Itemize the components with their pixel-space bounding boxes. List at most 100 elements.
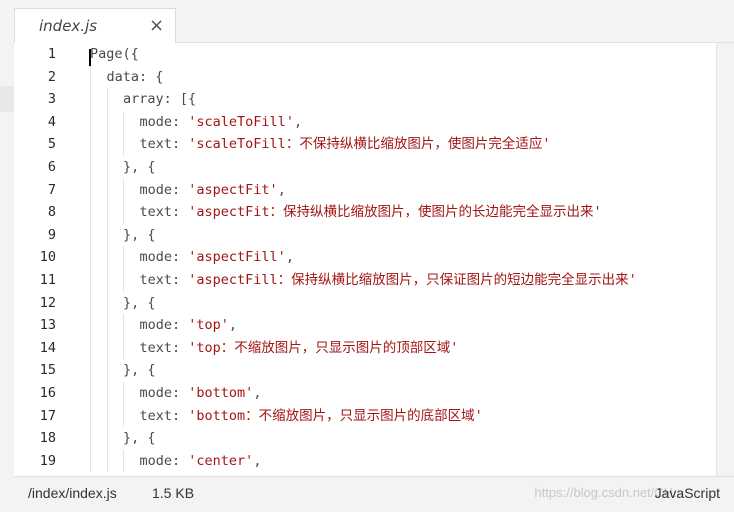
code-token: text:: [139, 204, 189, 221]
code-text: }, {: [123, 292, 156, 315]
code-text: text: 'aspectFit：保持纵横比缩放图片，使图片的长边能完全显示出来…: [140, 201, 602, 224]
code-line[interactable]: 9 }, {: [14, 223, 716, 247]
code-token: ,: [253, 385, 262, 401]
code-token: }, {: [123, 226, 156, 243]
indent-guide: [106, 246, 108, 269]
code-text: Page({: [90, 43, 139, 66]
code-token: ,: [253, 452, 262, 469]
code-text: mode: 'top',: [140, 314, 238, 337]
indent-guide: [90, 269, 91, 292]
status-bar: /index/index.js 1.5 KB https://blog.csdn…: [14, 476, 734, 512]
code-line[interactable]: 10 mode: 'aspectFill',: [14, 246, 716, 269]
code-line[interactable]: 16 mode: 'bottom',: [14, 382, 716, 405]
code-line[interactable]: 5 text: 'scaleToFill：不保持纵横比缩放图片，使图片完全适应': [14, 133, 716, 156]
indent-guide: [123, 449, 124, 473]
code-token: mode:: [139, 113, 189, 130]
code-line[interactable]: 4 mode: 'scaleToFill',: [14, 110, 716, 134]
close-icon[interactable]: ×: [149, 15, 164, 36]
indent-guide: [90, 336, 91, 360]
code-token: mode:: [139, 452, 189, 469]
indent-guide: [123, 201, 124, 224]
line-number: 7: [47, 181, 56, 198]
code-token: ,: [285, 249, 294, 266]
indent-guide: [123, 246, 124, 269]
line-number: 13: [39, 317, 56, 334]
indent-guide: [90, 359, 91, 382]
code-line[interactable]: 3 array: [{: [14, 88, 716, 111]
indent-guide: [106, 404, 108, 428]
indent-guide: [90, 449, 91, 473]
code-text: mode: 'aspectFill',: [140, 246, 294, 269]
code-text: text: 'scaleToFill：不保持纵横比缩放图片，使图片完全适应': [140, 133, 551, 156]
code-text: text: 'bottom：不缩放图片，只显示图片的底部区域': [140, 405, 483, 428]
indent-guide: [106, 178, 108, 202]
code-token: mode:: [139, 181, 189, 198]
code-token: ,: [228, 317, 238, 334]
string-literal: 'top：不缩放图片，只显示图片的顶部区域': [188, 339, 459, 356]
language-mode[interactable]: JavaScript: [655, 485, 720, 501]
code-text: mode: 'center',: [140, 450, 262, 473]
indent-guide: [90, 65, 91, 89]
code-line[interactable]: 18}, {: [14, 427, 716, 450]
code-token: text:: [139, 339, 189, 356]
string-literal: 'aspectFill：保持纵横比缩放图片，只保证图片的短边能完全显示出来': [188, 272, 637, 288]
line-number: 18: [39, 430, 56, 447]
string-literal: 'bottom：不缩放图片，只显示图片的底部区域': [188, 407, 483, 424]
line-number: 14: [39, 339, 56, 356]
string-literal: 'aspectFit': [188, 181, 278, 198]
string-literal: 'top': [188, 317, 229, 334]
indent-guide: [106, 336, 108, 360]
code-text: }, {: [123, 156, 156, 179]
code-line[interactable]: 11 text: 'aspectFill：保持纵横比缩放图片，只保证图片的短边能完…: [14, 269, 716, 292]
code-token: }, {: [123, 159, 156, 175]
tab-index-js[interactable]: index.js ×: [14, 8, 176, 43]
indent-guide: [106, 133, 108, 156]
code-token: text:: [139, 272, 189, 288]
code-editor[interactable]: 1 Page({ 2 data: { 3 array: [{4 mode: 'scaleTo…: [14, 43, 716, 476]
tab-label: index.js: [39, 17, 98, 35]
indent-guide: [106, 359, 108, 382]
code-line[interactable]: 17 text: 'bottom：不缩放图片，只显示图片的底部区域': [14, 404, 716, 428]
code-token: data: {: [106, 68, 164, 85]
indent-guide: [90, 178, 91, 202]
line-number: 8: [47, 204, 56, 221]
line-number: 11: [39, 272, 56, 288]
code-token: Page({: [90, 46, 139, 62]
indent-guide: [106, 427, 108, 450]
left-strip-marker: [0, 86, 14, 112]
code-line[interactable]: 1 Page({: [14, 43, 716, 66]
vertical-scrollbar[interactable]: [716, 43, 734, 476]
code-line[interactable]: 13 mode: 'top',: [14, 314, 716, 337]
indent-guide: [123, 110, 124, 134]
line-number: 9: [47, 226, 56, 243]
indent-guide: [123, 404, 124, 428]
string-literal: 'bottom': [188, 385, 254, 401]
string-literal: 'scaleToFill': [188, 113, 294, 130]
line-number: 2: [47, 68, 56, 85]
code-line[interactable]: 15}, {: [14, 359, 716, 382]
line-number: 19: [39, 452, 56, 469]
indent-guide: [106, 110, 108, 134]
indent-guide: [106, 291, 108, 315]
indent-guide: [106, 156, 108, 179]
code-token: }, {: [123, 294, 156, 311]
indent-guide: [106, 449, 108, 473]
indent-guide: [90, 427, 91, 450]
indent-guide: [123, 269, 124, 292]
window-left-strip: [0, 0, 14, 511]
code-line[interactable]: 6}, {: [14, 156, 716, 179]
code-token: mode:: [139, 385, 189, 401]
indent-guide: [90, 133, 91, 156]
code-line[interactable]: 14 text: 'top：不缩放图片，只显示图片的顶部区域': [14, 336, 716, 360]
code-line[interactable]: 8 text: 'aspectFit：保持纵横比缩放图片，使图片的长边能完全显示出…: [14, 201, 716, 224]
code-line[interactable]: 19 mode: 'center',: [14, 449, 716, 473]
code-line[interactable]: 12}, {: [14, 291, 716, 315]
code-line[interactable]: 7 mode: 'aspectFit',: [14, 178, 716, 202]
code-line[interactable]: 2 data: {: [14, 65, 716, 89]
indent-guide: [106, 314, 108, 337]
code-text: text: 'top：不缩放图片，只显示图片的顶部区域': [140, 337, 459, 360]
code-token: mode:: [139, 249, 189, 266]
indent-guide: [106, 201, 108, 224]
code-token: mode:: [139, 317, 189, 334]
line-number: 1: [47, 46, 56, 62]
